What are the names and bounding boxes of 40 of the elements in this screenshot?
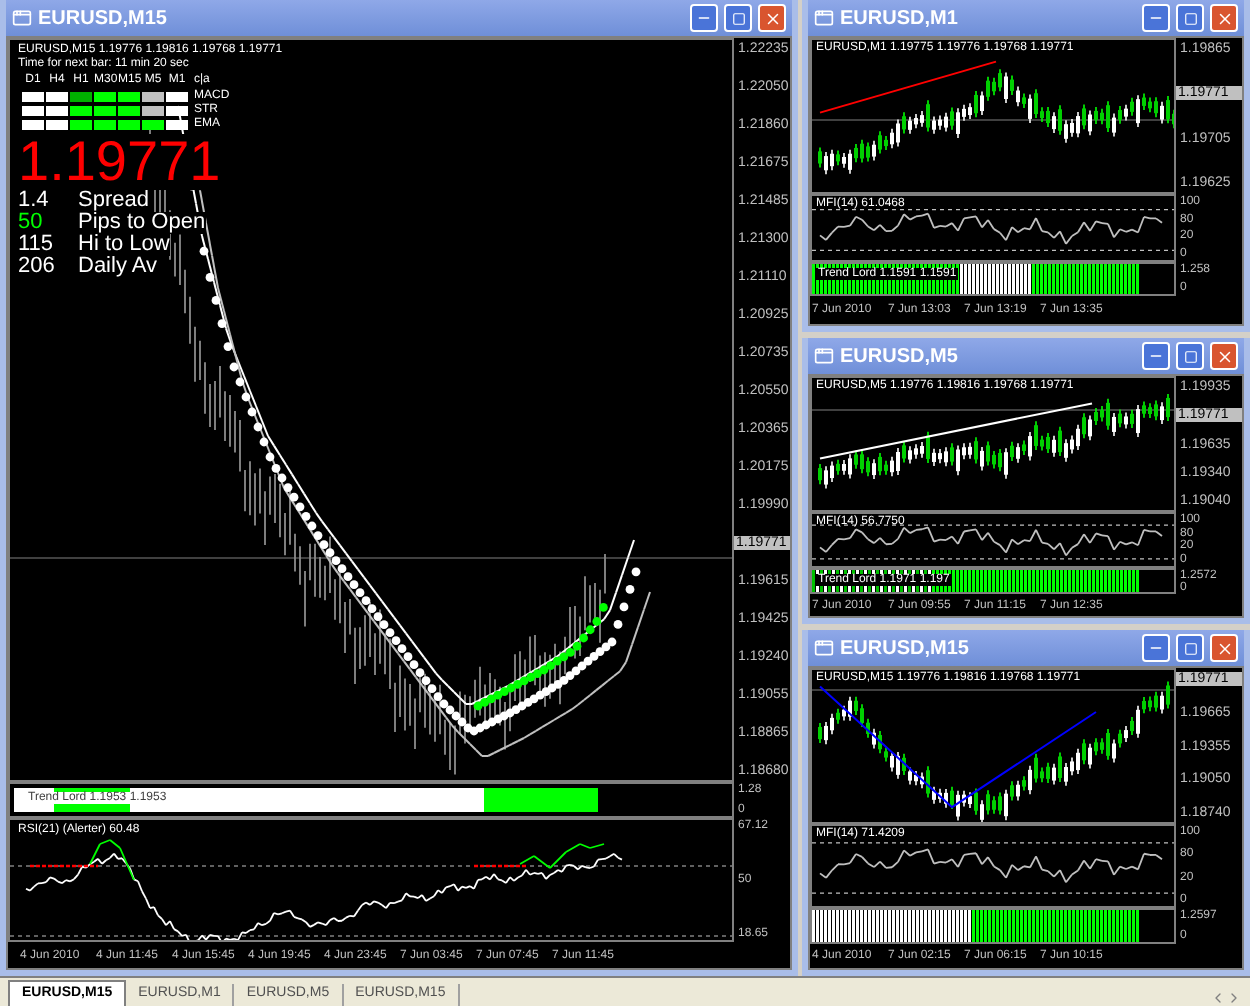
close-icon	[763, 9, 781, 27]
minimize-button[interactable]	[690, 4, 718, 32]
scroll-left-icon[interactable]	[1210, 990, 1226, 1006]
window-title: EURUSD,M15	[38, 5, 169, 33]
close-button[interactable]	[758, 4, 786, 32]
rsi-signal-trace	[89, 839, 135, 881]
rsi-signal-trace	[519, 843, 605, 869]
scroll-right-icon[interactable]	[1226, 990, 1242, 1006]
minimize-button[interactable]	[1142, 4, 1170, 32]
minimize-button[interactable]	[1142, 634, 1170, 662]
alert-marker	[30, 864, 98, 868]
window-icon	[814, 638, 834, 658]
close-button[interactable]	[1210, 4, 1238, 32]
maximize-icon	[1183, 641, 1197, 655]
maximize-button[interactable]	[1176, 342, 1204, 370]
maximize-button[interactable]	[724, 4, 752, 32]
current-price: 1.19771	[18, 134, 221, 190]
window-title: EURUSD,M1	[840, 5, 960, 33]
stat-label: Hi to Low	[78, 234, 170, 256]
stat-label: Daily Av	[78, 256, 158, 278]
maximize-button[interactable]	[1176, 4, 1204, 32]
close-icon	[1215, 347, 1233, 365]
window-title: EURUSD,M5	[840, 343, 960, 371]
close-button[interactable]	[1210, 634, 1238, 662]
maximize-icon	[1183, 349, 1197, 363]
window-icon	[814, 346, 834, 366]
maximize-icon	[731, 11, 745, 25]
alert-marker	[474, 864, 526, 868]
window-icon	[12, 8, 32, 28]
close-button[interactable]	[1210, 342, 1238, 370]
window-icon	[814, 8, 834, 28]
maximize-button[interactable]	[1176, 634, 1204, 662]
maximize-icon	[1183, 11, 1197, 25]
minimize-button[interactable]	[1142, 342, 1170, 370]
close-icon	[1215, 9, 1233, 27]
moving-average-band	[473, 603, 608, 711]
stat-label: Spread	[78, 190, 149, 212]
window-title: EURUSD,M15	[840, 635, 971, 663]
stat-label: Pips to Open	[78, 212, 206, 234]
close-icon	[1215, 639, 1233, 657]
